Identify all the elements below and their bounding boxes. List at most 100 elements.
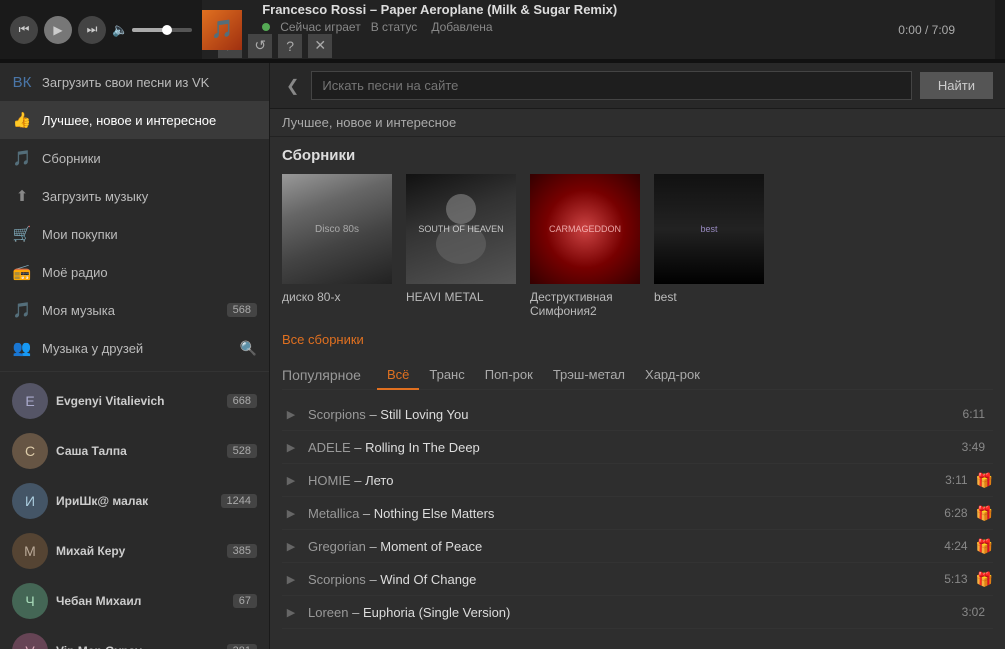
my-music-badge: 568 bbox=[227, 303, 257, 317]
volume-bar[interactable] bbox=[132, 28, 192, 32]
song-play-btn-2[interactable]: ▶ bbox=[282, 438, 300, 456]
sidebar-user-vip[interactable]: V Vip Men Gypsy 381 bbox=[0, 626, 269, 649]
sidebar-divider bbox=[0, 371, 269, 372]
tab-hard-rock[interactable]: Хард-рок bbox=[635, 361, 710, 390]
all-collections-link[interactable]: Все сборники bbox=[270, 328, 1005, 355]
avatar-vip: V bbox=[12, 633, 48, 649]
tab-all[interactable]: Всё bbox=[377, 361, 419, 390]
song-info-1: Scorpions – Still Loving You bbox=[308, 407, 963, 422]
time-total: 7:09 bbox=[932, 23, 955, 37]
sidebar-user-cheban[interactable]: Ч Чебан Михаил 67 bbox=[0, 576, 269, 626]
song-row-1[interactable]: ▶ Scorpions – Still Loving You 6:11 bbox=[282, 398, 993, 431]
gift-icon-4[interactable]: 🎁 bbox=[976, 505, 993, 522]
sidebar-user-irish[interactable]: И ИриШк@ малак 1244 bbox=[0, 476, 269, 526]
album-item-4[interactable]: best best bbox=[654, 174, 764, 318]
popular-tabs: Популярное Всё Транс Поп-рок Трэш-метал … bbox=[282, 361, 993, 390]
song-row-2[interactable]: ▶ ADELE – Rolling In The Deep 3:49 bbox=[282, 431, 993, 464]
next-button[interactable]: ⏭ bbox=[78, 16, 106, 44]
sidebar-label-purchases: Мои покупки bbox=[42, 227, 118, 242]
avatar-sasha: С bbox=[12, 433, 48, 469]
search-input[interactable] bbox=[311, 71, 911, 100]
track-thumbnail: 🎵 bbox=[202, 10, 242, 50]
close-button[interactable]: ✕ bbox=[308, 34, 332, 58]
song-row-6[interactable]: ▶ Scorpions – Wind Of Change 5:13 🎁 bbox=[282, 563, 993, 596]
song-artist-4: Metallica bbox=[308, 506, 359, 521]
volume-fill bbox=[132, 28, 165, 32]
help-button[interactable]: ? bbox=[278, 34, 302, 58]
play-button[interactable]: ▶ bbox=[44, 16, 72, 44]
user-name-sasha: Саша Талпа bbox=[56, 444, 219, 458]
prev-button[interactable]: ⏮ bbox=[10, 16, 38, 44]
popular-section: Популярное Всё Транс Поп-рок Трэш-метал … bbox=[270, 355, 1005, 635]
gift-icon-3[interactable]: 🎁 bbox=[976, 472, 993, 489]
sidebar-item-best-new[interactable]: 👍 Лучшее, новое и интересное bbox=[0, 101, 269, 139]
sidebar-item-vk-upload[interactable]: ВК Загрузить свои песни из VK bbox=[0, 63, 269, 101]
sidebar-label-upload: Загрузить музыку bbox=[42, 189, 148, 204]
sidebar-item-collections[interactable]: 🎵 Сборники bbox=[0, 139, 269, 177]
status-action[interactable]: В статус bbox=[371, 20, 418, 34]
tab-pop-rock[interactable]: Поп-рок bbox=[475, 361, 543, 390]
song-info-6: Scorpions – Wind Of Change bbox=[308, 572, 944, 587]
avatar-mihay: М bbox=[12, 533, 48, 569]
album-item-1[interactable]: Disco 80s диско 80-х bbox=[282, 174, 392, 318]
album-name-2: HEAVI METAL bbox=[406, 290, 516, 304]
song-title-5: Gregorian – Moment of Peace bbox=[308, 539, 482, 554]
song-track-4: Nothing Else Matters bbox=[374, 506, 495, 521]
search-button[interactable]: Найти bbox=[920, 72, 993, 99]
song-row-3[interactable]: ▶ HOMIE – Лето 3:11 🎁 bbox=[282, 464, 993, 497]
song-play-btn-4[interactable]: ▶ bbox=[282, 504, 300, 522]
song-row-5[interactable]: ▶ Gregorian – Moment of Peace 4:24 🎁 bbox=[282, 530, 993, 563]
collections-title: Сборники bbox=[282, 147, 993, 164]
album-cover-2: SOUTH OF HEAVEN bbox=[406, 174, 516, 284]
progress-bar[interactable] bbox=[0, 60, 1005, 63]
avatar-evgenyi: E bbox=[12, 383, 48, 419]
sidebar-user-evgenyi[interactable]: E Evgenyi Vitalievich 668 bbox=[0, 376, 269, 426]
main-layout: ВК Загрузить свои песни из VK 👍 Лучшее, … bbox=[0, 63, 1005, 649]
sidebar-label-my-music: Моя музыка bbox=[42, 303, 115, 318]
song-track-7: Euphoria (Single Version) bbox=[363, 605, 510, 620]
song-track-1: Still Loving You bbox=[380, 407, 468, 422]
song-row-4[interactable]: ▶ Metallica – Nothing Else Matters 6:28 … bbox=[282, 497, 993, 530]
sidebar-item-purchases[interactable]: 🛒 Мои покупки bbox=[0, 215, 269, 253]
sidebar-item-upload[interactable]: ⬆ Загрузить музыку bbox=[0, 177, 269, 215]
search-back-button[interactable]: ❮ bbox=[282, 76, 303, 96]
add-action[interactable]: Добавлена bbox=[431, 20, 492, 34]
breadcrumb: Лучшее, новое и интересное bbox=[270, 109, 1005, 137]
song-track-3: Лето bbox=[365, 473, 393, 488]
now-playing-panel: 🎵 Francesco Rossi – Paper Aeroplane (Mil… bbox=[202, 0, 995, 59]
track-info: Francesco Rossi – Paper Aeroplane (Milk … bbox=[262, 2, 985, 34]
user-info-evgenyi: Evgenyi Vitalievich bbox=[56, 394, 219, 408]
song-play-btn-1[interactable]: ▶ bbox=[282, 405, 300, 423]
user-badge-evgenyi: 668 bbox=[227, 394, 257, 408]
sidebar-user-sasha[interactable]: С Саша Талпа 528 bbox=[0, 426, 269, 476]
user-badge-sasha: 528 bbox=[227, 444, 257, 458]
song-play-btn-6[interactable]: ▶ bbox=[282, 570, 300, 588]
user-name-cheban: Чебан Михаил bbox=[56, 594, 225, 608]
song-sep-5: – bbox=[369, 539, 380, 554]
song-play-btn-5[interactable]: ▶ bbox=[282, 537, 300, 555]
gift-icon-6[interactable]: 🎁 bbox=[976, 571, 993, 588]
gift-icon-5[interactable]: 🎁 bbox=[976, 538, 993, 555]
album-item-2[interactable]: SOUTH OF HEAVEN HEAVI METAL bbox=[406, 174, 516, 318]
sidebar-item-friends-music[interactable]: 👥 Музыка у друзей 🔍 bbox=[0, 329, 269, 367]
song-play-btn-7[interactable]: ▶ bbox=[282, 603, 300, 621]
sidebar-item-my-music[interactable]: 🎵 Моя музыка 568 bbox=[0, 291, 269, 329]
tab-trash-metal[interactable]: Трэш-метал bbox=[543, 361, 635, 390]
upload-icon: ⬆ bbox=[12, 186, 32, 206]
sidebar-user-mihay[interactable]: М Михай Керу 385 bbox=[0, 526, 269, 576]
song-row-7[interactable]: ▶ Loreen – Euphoria (Single Version) 3:0… bbox=[282, 596, 993, 629]
collections-icon: 🎵 bbox=[12, 148, 32, 168]
song-artist-7: Loreen bbox=[308, 605, 348, 620]
album-item-3[interactable]: CARMAGEDDON Деструктивная Симфония2 bbox=[530, 174, 640, 318]
song-play-btn-3[interactable]: ▶ bbox=[282, 471, 300, 489]
friends-search-icon[interactable]: 🔍 bbox=[240, 340, 257, 357]
repeat-button[interactable]: ↺ bbox=[248, 34, 272, 58]
sidebar-item-radio[interactable]: 📻 Моё радио bbox=[0, 253, 269, 291]
playing-status: Сейчас играет bbox=[280, 20, 361, 34]
tab-trance[interactable]: Транс bbox=[419, 361, 474, 390]
user-name-irish: ИриШк@ малак bbox=[56, 494, 213, 508]
song-sep-3: – bbox=[354, 473, 365, 488]
user-info-mihay: Михай Керу bbox=[56, 544, 219, 558]
album-cover-4: best bbox=[654, 174, 764, 284]
track-title: Francesco Rossi – Paper Aeroplane (Milk … bbox=[262, 2, 985, 17]
